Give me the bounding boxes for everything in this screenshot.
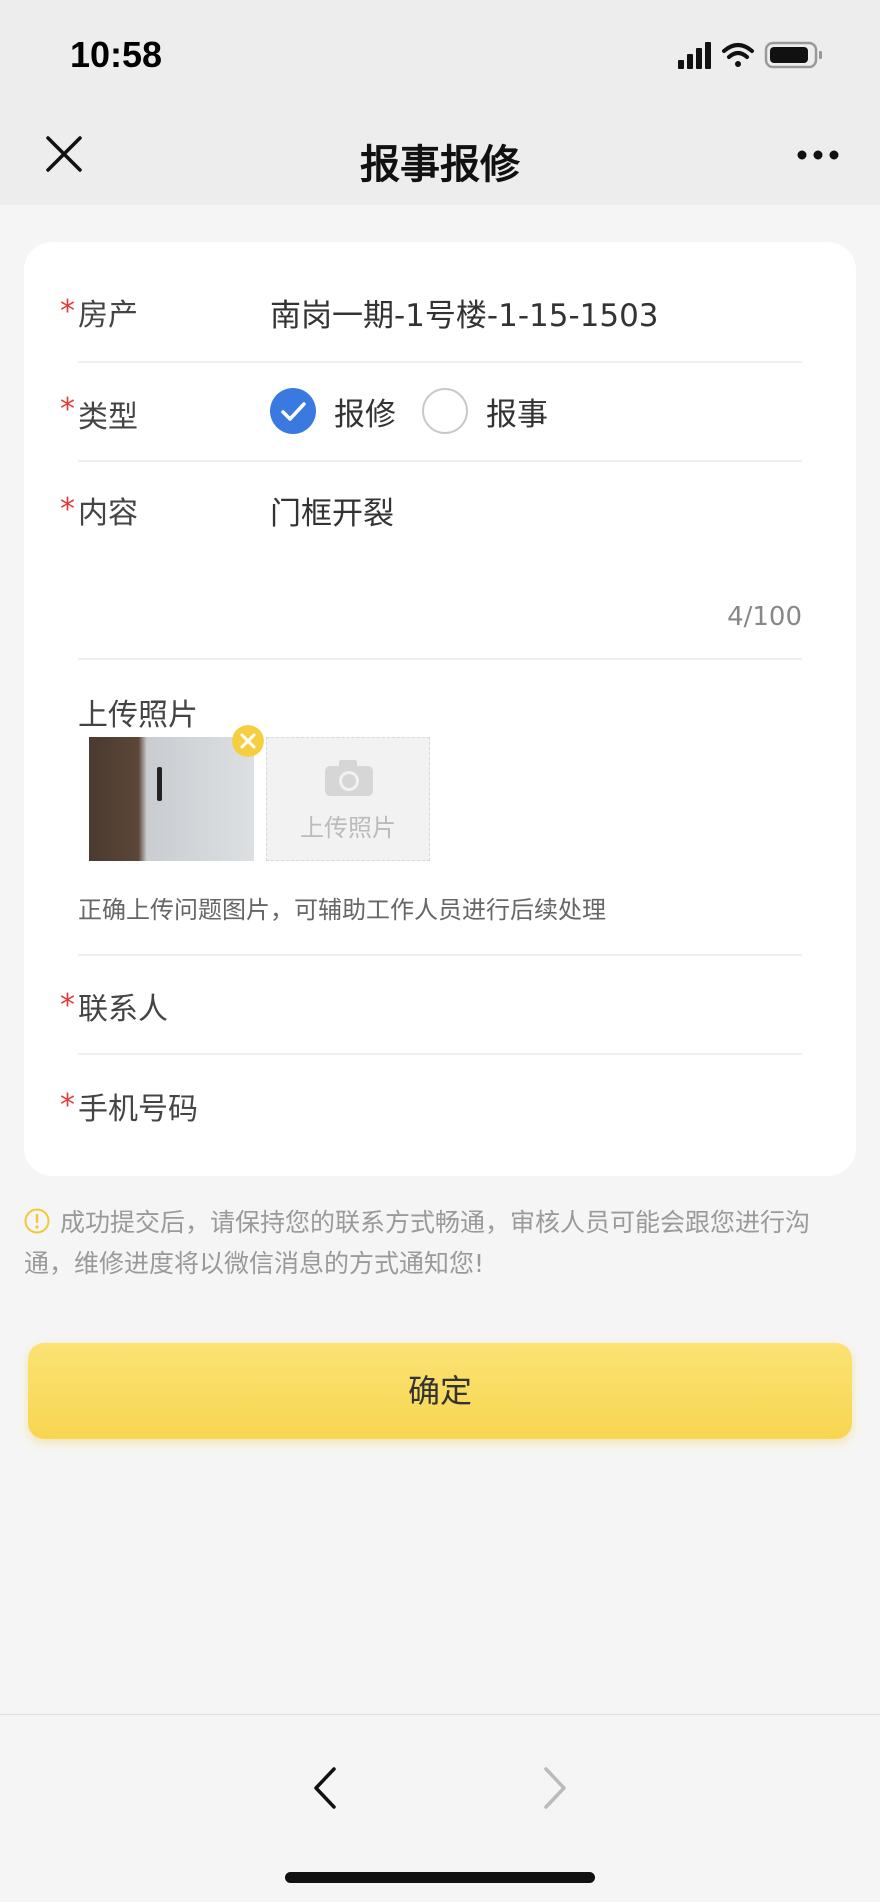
required-mark: * <box>60 294 75 329</box>
content-counter: 4/100 <box>727 602 802 632</box>
divider <box>78 1053 802 1055</box>
form-card: * 房产 南岗一期-1号楼-1-15-1503 * 类型 报修 报事 * 内容 … <box>24 242 856 1176</box>
confirm-button[interactable]: 确定 <box>28 1343 852 1439</box>
status-time: 10:58 <box>70 34 163 75</box>
divider <box>78 954 802 956</box>
type-radio-group: 报修 报事 <box>270 388 574 434</box>
phone-label: 手机号码 <box>78 1092 198 1127</box>
content-textarea[interactable]: 门框开裂 <box>270 488 394 533</box>
wifi-icon <box>722 43 754 67</box>
home-indicator <box>285 1872 595 1883</box>
battery-icon <box>764 41 822 69</box>
forward-arrow-icon[interactable] <box>540 1765 570 1811</box>
nav-bar: 报事报修 <box>0 110 880 205</box>
divider <box>78 658 802 660</box>
delete-photo-icon[interactable] <box>232 725 264 757</box>
back-arrow-icon[interactable] <box>310 1765 340 1811</box>
contact-label: 联系人 <box>78 992 168 1027</box>
status-bar: 10:58 <box>0 0 880 110</box>
radio-repair-label[interactable]: 报修 <box>334 389 396 434</box>
contact-row[interactable]: * 联系人 <box>60 984 802 1034</box>
warning-icon <box>24 1208 50 1234</box>
required-mark: * <box>60 988 75 1023</box>
divider <box>78 460 802 462</box>
notice-message: 成功提交后，请保持您的联系方式畅通，审核人员可能会跟您进行沟通，维修进度将以微信… <box>24 1208 811 1278</box>
divider <box>78 361 802 363</box>
property-value[interactable]: 南岗一期-1号楼-1-15-1503 <box>270 290 659 335</box>
phone-row[interactable]: * 手机号码 <box>60 1084 802 1134</box>
type-label: 类型 <box>78 400 138 435</box>
upload-hint: 正确上传问题图片，可辅助工作人员进行后续处理 <box>78 896 606 924</box>
check-icon <box>281 402 306 421</box>
signal-icon <box>678 42 711 69</box>
radio-report[interactable] <box>422 388 468 434</box>
camera-icon <box>325 760 373 796</box>
photos-row: 上传照片 <box>78 690 802 734</box>
notice-text: 成功提交后，请保持您的联系方式畅通，审核人员可能会跟您进行沟通，维修进度将以微信… <box>24 1202 856 1284</box>
radio-repair[interactable] <box>270 388 316 434</box>
page-title: 报事报修 <box>360 142 520 188</box>
property-row[interactable]: * 房产 南岗一期-1号楼-1-15-1503 <box>60 290 802 335</box>
photos-label: 上传照片 <box>78 698 198 733</box>
upload-photo-button[interactable]: 上传照片 <box>266 737 430 861</box>
required-mark: * <box>60 392 75 427</box>
content-row: * 内容 门框开裂 <box>60 488 802 533</box>
required-mark: * <box>60 492 75 527</box>
more-icon[interactable] <box>796 148 840 162</box>
status-icons <box>678 41 822 69</box>
uploaded-photo[interactable] <box>89 737 254 861</box>
type-row: * 类型 报修 报事 <box>60 388 802 438</box>
property-label: 房产 <box>78 298 138 333</box>
radio-report-label[interactable]: 报事 <box>486 389 548 434</box>
required-mark: * <box>60 1088 75 1123</box>
content-label: 内容 <box>78 496 138 531</box>
upload-photo-label: 上传照片 <box>300 814 396 842</box>
